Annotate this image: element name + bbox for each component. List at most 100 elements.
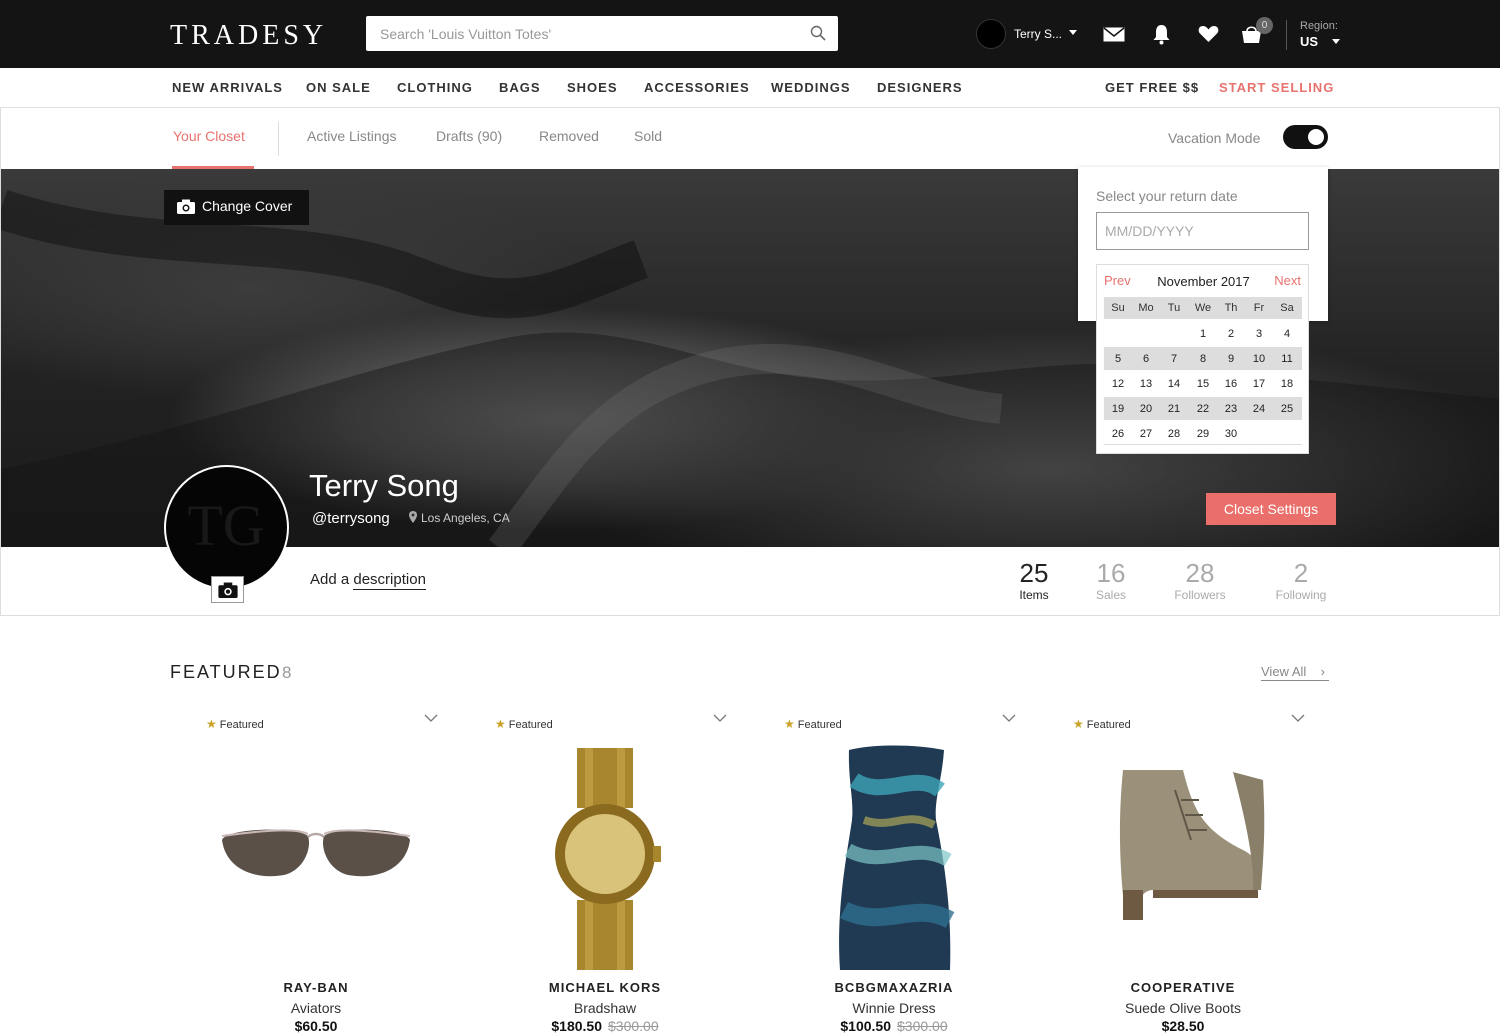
calendar-day[interactable]: 29	[1189, 428, 1217, 440]
calendar-day[interactable]: 12	[1104, 378, 1132, 390]
product-name[interactable]: Suede Olive Boots	[1053, 1000, 1313, 1016]
tab-your-closet[interactable]: Your Closet	[173, 128, 245, 144]
calendar-day[interactable]: 7	[1160, 353, 1188, 365]
chevron-down-icon[interactable]	[1002, 714, 1016, 723]
profile-avatar[interactable]: TG	[164, 465, 289, 590]
calendar-day[interactable]: 28	[1160, 428, 1188, 440]
region-value[interactable]: US	[1300, 34, 1318, 49]
search-input[interactable]	[366, 16, 796, 51]
calendar-day[interactable]: 16	[1217, 378, 1245, 390]
calendar-day[interactable]: 25	[1273, 403, 1301, 415]
nav-start-selling[interactable]: START SELLING	[1219, 80, 1334, 95]
calendar-day[interactable]: 11	[1273, 353, 1301, 365]
profile-handle: @terrysong	[312, 510, 390, 527]
stat-following[interactable]: 2 Following	[1268, 558, 1334, 602]
calendar-day[interactable]: 4	[1273, 328, 1301, 340]
product-name[interactable]: Bradshaw	[475, 1000, 735, 1016]
svg-text:TG: TG	[187, 493, 264, 558]
cart-count-badge: 0	[1256, 17, 1273, 34]
view-all-link[interactable]: View All ›	[1261, 664, 1329, 681]
tab-removed[interactable]: Removed	[539, 128, 599, 144]
nav-bags[interactable]: BAGS	[499, 80, 541, 95]
change-cover-button[interactable]: Change Cover	[164, 190, 309, 225]
calendar-week: 5 6 7 8 9 10 11	[1104, 347, 1302, 370]
nav-new-arrivals[interactable]: NEW ARRIVALS	[172, 80, 283, 95]
nav-on-sale[interactable]: ON SALE	[306, 80, 371, 95]
calendar-day[interactable]: 21	[1160, 403, 1188, 415]
calendar-day[interactable]: 27	[1132, 428, 1160, 440]
stat-sales-label: Sales	[1095, 588, 1127, 602]
product-card[interactable]: ★ Featured BCBGMAXAZRIA Winnie Dress $100…	[764, 710, 1024, 1034]
product-image-sunglasses[interactable]	[186, 740, 446, 980]
calendar-day[interactable]: 14	[1160, 378, 1188, 390]
vacation-mode-toggle[interactable]	[1283, 125, 1328, 149]
calendar-day[interactable]: 1	[1189, 328, 1217, 340]
return-date-input[interactable]	[1096, 212, 1309, 250]
stat-items[interactable]: 25 Items	[1013, 558, 1055, 602]
product-image-dress[interactable]	[764, 740, 1024, 980]
featured-badge: ★ Featured	[1073, 717, 1131, 731]
region-label: Region:	[1300, 20, 1338, 32]
calendar-day[interactable]: 30	[1217, 428, 1245, 440]
calendar-day[interactable]: 17	[1245, 378, 1273, 390]
add-description-link[interactable]: description	[353, 571, 426, 590]
calendar-day[interactable]: 9	[1217, 353, 1245, 365]
bell-icon[interactable]	[1152, 24, 1171, 45]
nav-weddings[interactable]: WEDDINGS	[771, 80, 851, 95]
calendar-day[interactable]: 19	[1104, 403, 1132, 415]
closet-settings-button[interactable]: Closet Settings	[1206, 493, 1336, 525]
product-image-watch[interactable]	[475, 740, 735, 980]
nav-get-free[interactable]: GET FREE $$	[1105, 80, 1199, 95]
user-avatar[interactable]	[976, 19, 1006, 49]
chevron-down-icon[interactable]	[424, 714, 438, 723]
weekday-label: Su	[1111, 302, 1125, 314]
calendar-day[interactable]: 8	[1189, 353, 1217, 365]
stat-sales[interactable]: 16 Sales	[1090, 558, 1132, 602]
view-all-label: View All	[1261, 664, 1307, 679]
product-card[interactable]: ★ Featured MICHAEL KORS Bradshaw $180.50 $…	[475, 710, 735, 1034]
calendar-day[interactable]: 24	[1245, 403, 1273, 415]
stat-followers[interactable]: 28 Followers	[1167, 558, 1233, 602]
nav-designers[interactable]: DESIGNERS	[877, 80, 963, 95]
product-name[interactable]: Aviators	[186, 1000, 446, 1016]
heart-icon[interactable]	[1198, 25, 1219, 43]
calendar-day[interactable]: 5	[1104, 353, 1132, 365]
calendar-day[interactable]: 10	[1245, 353, 1273, 365]
nav-accessories[interactable]: ACCESSORIES	[644, 80, 750, 95]
stat-items-count: 25	[1019, 558, 1049, 588]
nav-shoes[interactable]: SHOES	[567, 80, 618, 95]
calendar-next-button[interactable]: Next	[1274, 273, 1301, 288]
calendar-day[interactable]: 23	[1217, 403, 1245, 415]
mail-icon[interactable]	[1103, 27, 1125, 42]
calendar-day[interactable]: 15	[1189, 378, 1217, 390]
calendar-day[interactable]: 26	[1104, 428, 1132, 440]
user-menu-caret-icon[interactable]	[1069, 30, 1077, 35]
chevron-down-icon[interactable]	[1291, 714, 1305, 723]
tab-sold[interactable]: Sold	[634, 128, 662, 144]
profile-location: Los Angeles, CA	[421, 511, 510, 525]
calendar-day[interactable]: 13	[1132, 378, 1160, 390]
tradesy-logo[interactable]: TRADESY	[170, 20, 327, 52]
product-card[interactable]: ★ Featured RAY-BAN Aviators $60.50	[186, 710, 446, 1034]
tab-active-listings[interactable]: Active Listings	[307, 128, 396, 144]
product-brand: MICHAEL KORS	[548, 980, 662, 995]
chevron-down-icon[interactable]	[713, 714, 727, 723]
nav-clothing[interactable]: CLOTHING	[397, 80, 473, 95]
tab-drafts[interactable]: Drafts (90)	[436, 128, 502, 144]
user-menu-name[interactable]: Terry S...	[1014, 27, 1062, 41]
region-caret-icon[interactable]	[1332, 39, 1340, 44]
calendar-day[interactable]: 18	[1273, 378, 1301, 390]
weekday-label: We	[1194, 302, 1212, 314]
product-card[interactable]: ★ Featured COOPERATIVE Suede Olive Boots …	[1053, 710, 1313, 1034]
product-name[interactable]: Winnie Dress	[764, 1000, 1024, 1016]
product-image-boots[interactable]	[1053, 740, 1313, 980]
search-icon[interactable]	[810, 25, 826, 41]
calendar-day[interactable]: 22	[1189, 403, 1217, 415]
avatar-upload-button[interactable]	[211, 576, 244, 603]
calendar-day[interactable]: 6	[1132, 353, 1160, 365]
product-sale-price: $60.50	[294, 1018, 338, 1034]
calendar-day[interactable]: 2	[1217, 328, 1245, 340]
calendar-day[interactable]: 3	[1245, 328, 1273, 340]
calendar-day[interactable]: 20	[1132, 403, 1160, 415]
add-description[interactable]: Add a description	[310, 571, 426, 590]
